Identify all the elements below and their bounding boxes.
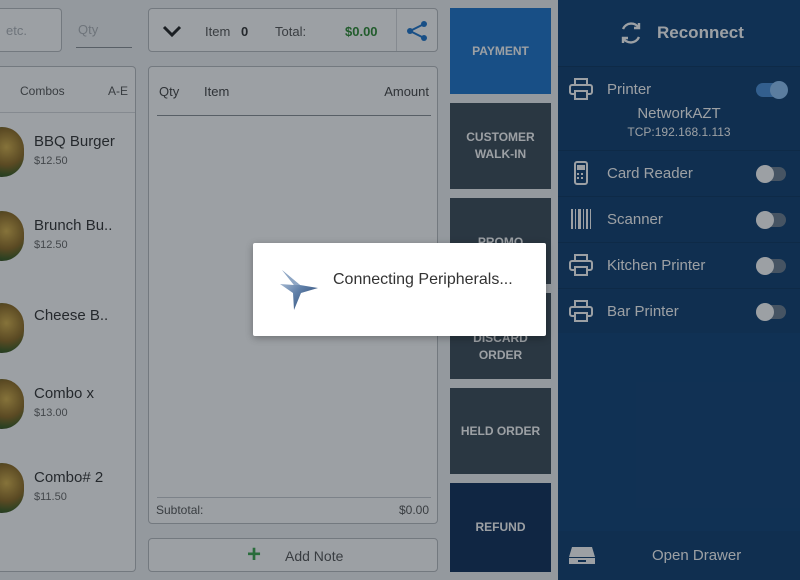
connecting-dialog: Connecting Peripherals... [253, 243, 546, 336]
star-logo-icon [280, 270, 318, 310]
dialog-message: Connecting Peripherals... [333, 271, 513, 288]
